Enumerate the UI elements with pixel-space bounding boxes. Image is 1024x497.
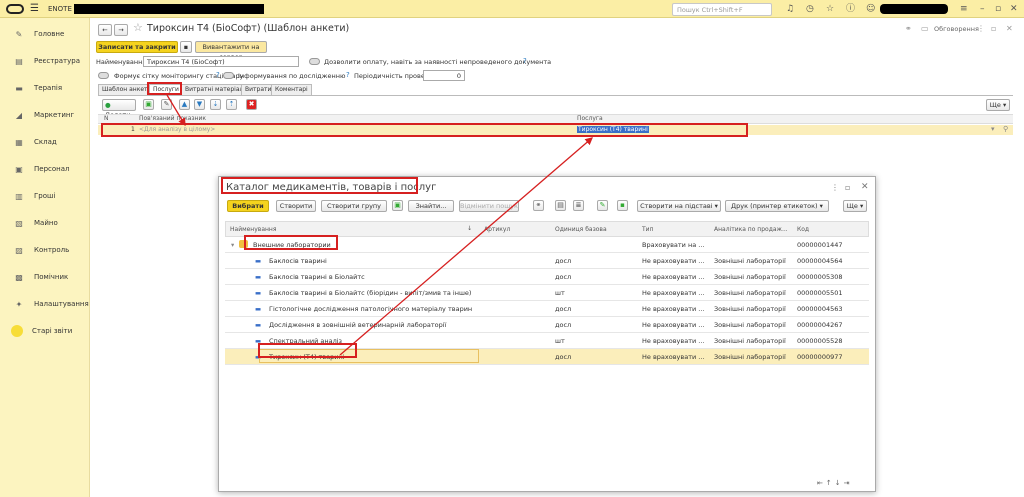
annotation-arrows — [166, 94, 593, 356]
arrow-item-to-service — [339, 137, 593, 356]
arrow-tab-to-row — [166, 94, 186, 127]
